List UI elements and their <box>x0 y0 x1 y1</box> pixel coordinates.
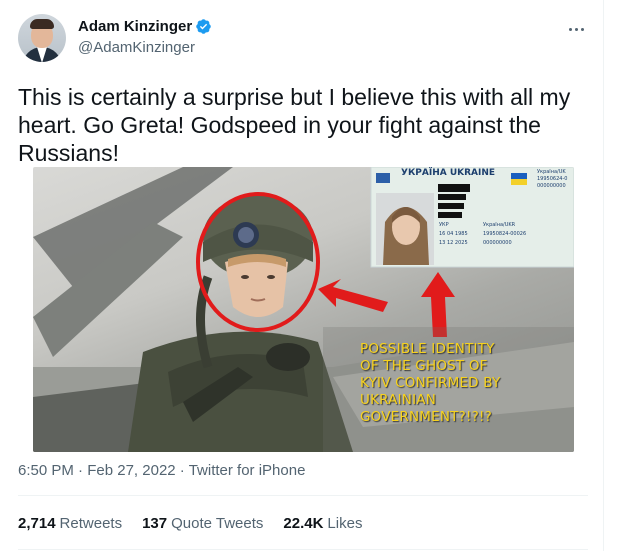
quote-tweets-label: Quote Tweets <box>171 515 264 532</box>
caption-line: UKRAINIAN <box>360 392 436 408</box>
tweet-meta: 6:50 PM · Feb 27, 2022 · Twitter for iPh… <box>18 462 305 479</box>
retweets-stat[interactable]: 2,714 Retweets <box>18 515 122 532</box>
author-display-name[interactable]: Adam Kinzinger <box>78 18 192 35</box>
caption-line: OF THE GHOST OF <box>360 358 488 374</box>
tweet-time[interactable]: 6:50 PM <box>18 462 74 479</box>
id-card-header: УКРАЇНА UKRAINE <box>401 168 496 178</box>
id-card-right-zeros: 000000000 <box>537 183 566 189</box>
id-card-field-date1: 16 04 1985 <box>439 231 468 237</box>
id-card-right-top: Україна/UK <box>537 169 566 175</box>
tweet-text: This is certainly a surprise but I belie… <box>18 84 571 166</box>
meta-separator: · <box>179 462 185 479</box>
caption-line: GOVERNMENT?!?!? <box>360 409 492 425</box>
id-card-field-doc: 19950824-00026 <box>483 231 527 237</box>
more-options-icon[interactable] <box>565 22 587 36</box>
retweets-count: 2,714 <box>18 515 56 532</box>
likes-count: 22.4K <box>283 515 324 532</box>
tweet-date[interactable]: Feb 27, 2022 <box>87 462 175 479</box>
quote-tweets-count: 137 <box>142 515 168 532</box>
divider <box>18 495 588 496</box>
verified-badge-icon <box>196 19 211 34</box>
tweet-source[interactable]: Twitter for iPhone <box>189 462 306 479</box>
likes-stat[interactable]: 22.4K Likes <box>283 515 362 532</box>
tweet-card: Adam Kinzinger @AdamKinzinger This is ce… <box>0 0 604 551</box>
media-caption: POSSIBLE IDENTITY OF THE GHOST OF KYIV C… <box>360 341 550 426</box>
id-card-field-country: Україна/UKR <box>483 222 516 228</box>
id-card-field-date2: 13 12 2025 <box>439 240 468 246</box>
id-card-right-number: 19950624-0 <box>537 176 568 182</box>
id-card-field-code: 000000000 <box>483 240 512 246</box>
caption-line: POSSIBLE IDENTITY <box>360 341 495 357</box>
tweet-stats: 2,714 Retweets 137 Quote Tweets 22.4K Likes <box>18 515 382 532</box>
meta-separator: · <box>78 462 84 479</box>
avatar[interactable] <box>18 14 66 62</box>
author-name-row[interactable]: Adam Kinzinger <box>78 18 212 35</box>
divider <box>18 549 588 550</box>
quote-tweets-stat[interactable]: 137 Quote Tweets <box>142 515 263 532</box>
tweet-media-image[interactable]: УКРАЇНА UKRAINE Україна/UK 19950624-0 00… <box>33 167 574 452</box>
author-handle[interactable]: @AdamKinzinger <box>78 39 195 56</box>
id-card-field-ykp: УКР <box>439 222 449 228</box>
caption-line: KYIV CONFIRMED BY <box>360 375 501 391</box>
likes-label: Likes <box>327 515 363 532</box>
retweets-label: Retweets <box>59 515 123 532</box>
